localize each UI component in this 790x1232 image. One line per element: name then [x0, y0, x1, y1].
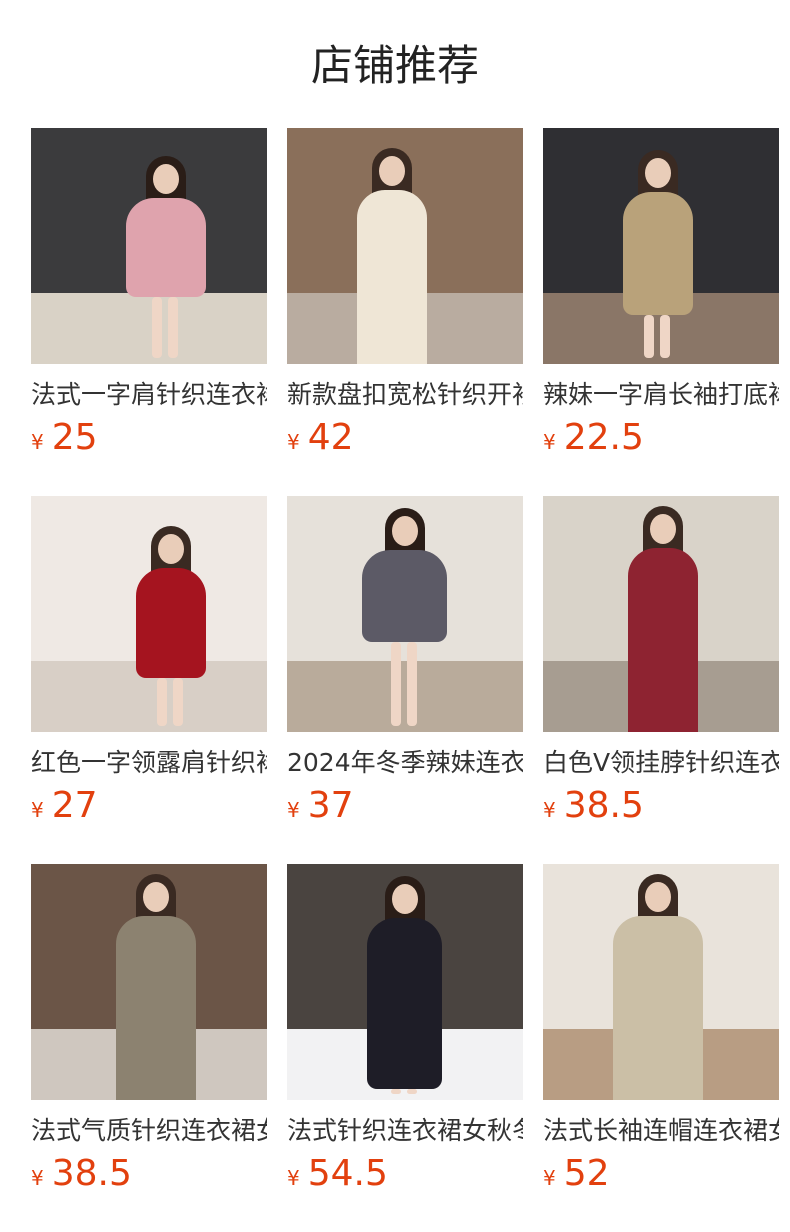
product-card[interactable]: 红色一字领露肩针织裙 ¥27 — [31, 496, 267, 864]
price-value: 38.5 — [51, 1153, 132, 1194]
product-price: ¥38.5 — [543, 784, 779, 834]
price-value: 38.5 — [563, 785, 644, 826]
price-value: 42 — [307, 417, 354, 458]
pink-offshoulder-knit-dress-photo[interactable] — [31, 128, 267, 364]
product-card[interactable]: 2024年冬季辣妹连衣裙 ¥37 — [287, 496, 523, 864]
price-value: 54.5 — [307, 1153, 388, 1194]
oatmeal-hooded-maxi-dress-photo[interactable] — [543, 864, 779, 1100]
black-bow-collar-dress-snow-photo[interactable] — [287, 864, 523, 1100]
product-name[interactable]: 法式长袖连帽连衣裙女 — [543, 1114, 779, 1148]
product-price: ¥52 — [543, 1152, 779, 1202]
currency-symbol: ¥ — [31, 1166, 44, 1190]
product-price: ¥37 — [287, 784, 523, 834]
price-value: 37 — [307, 785, 354, 826]
currency-symbol: ¥ — [543, 1166, 556, 1190]
product-name[interactable]: 2024年冬季辣妹连衣裙 — [287, 746, 523, 780]
currency-symbol: ¥ — [287, 430, 300, 454]
price-value: 52 — [563, 1153, 610, 1194]
product-name[interactable]: 红色一字领露肩针织裙 — [31, 746, 267, 780]
product-name[interactable]: 新款盘扣宽松针织开衫 — [287, 378, 523, 412]
product-name[interactable]: 白色V领挂脖针织连衣裙 — [543, 746, 779, 780]
product-name[interactable]: 辣妹一字肩长袖打底裙 — [543, 378, 779, 412]
currency-symbol: ¥ — [543, 430, 556, 454]
product-card[interactable]: 辣妹一字肩长袖打底裙 ¥22.5 — [543, 128, 779, 496]
product-price: ¥25 — [31, 416, 267, 466]
page-title: 店铺推荐 — [310, 41, 479, 90]
product-card[interactable]: 法式长袖连帽连衣裙女 ¥52 — [543, 864, 779, 1232]
product-grid: 法式一字肩针织连衣裙 ¥25 新款盘扣宽松针织开衫 ¥42 辣妹一字肩长袖打底裙 ¥22.… — [31, 128, 779, 1232]
product-card[interactable]: 法式一字肩针织连衣裙 ¥25 — [31, 128, 267, 496]
product-price: ¥38.5 — [31, 1152, 267, 1202]
red-offshoulder-christmas-dress-photo[interactable] — [31, 496, 267, 732]
currency-symbol: ¥ — [287, 798, 300, 822]
product-card[interactable]: 法式气质针织连衣裙女 ¥38.5 — [31, 864, 267, 1232]
price-value: 27 — [51, 785, 98, 826]
product-price: ¥42 — [287, 416, 523, 466]
currency-symbol: ¥ — [543, 798, 556, 822]
currency-symbol: ¥ — [31, 430, 44, 454]
taupe-maxi-knit-dress-photo[interactable] — [31, 864, 267, 1100]
currency-symbol: ¥ — [31, 798, 44, 822]
product-price: ¥22.5 — [543, 416, 779, 466]
grey-bow-mini-dress-photo[interactable] — [287, 496, 523, 732]
store-recommendation-page: 店铺推荐 法式一字肩针织连衣裙 ¥25 新款盘扣宽松针织开衫 ¥42 辣妹一字肩长袖打底… — [0, 0, 790, 1232]
product-name[interactable]: 法式气质针织连衣裙女 — [31, 1114, 267, 1148]
price-value: 25 — [51, 417, 98, 458]
price-value: 22.5 — [563, 417, 644, 458]
khaki-offshoulder-dress-photo[interactable] — [543, 128, 779, 364]
product-card[interactable]: 法式针织连衣裙女秋冬 ¥54.5 — [287, 864, 523, 1232]
burgundy-v-neck-long-dress-photo[interactable] — [543, 496, 779, 732]
product-price: ¥54.5 — [287, 1152, 523, 1202]
product-name[interactable]: 法式一字肩针织连衣裙 — [31, 378, 267, 412]
product-price: ¥27 — [31, 784, 267, 834]
product-name[interactable]: 法式针织连衣裙女秋冬 — [287, 1114, 523, 1148]
product-card[interactable]: 新款盘扣宽松针织开衫 ¥42 — [287, 128, 523, 496]
currency-symbol: ¥ — [287, 1166, 300, 1190]
product-card[interactable]: 白色V领挂脖针织连衣裙 ¥38.5 — [543, 496, 779, 864]
cream-cardigan-set-photo[interactable] — [287, 128, 523, 364]
